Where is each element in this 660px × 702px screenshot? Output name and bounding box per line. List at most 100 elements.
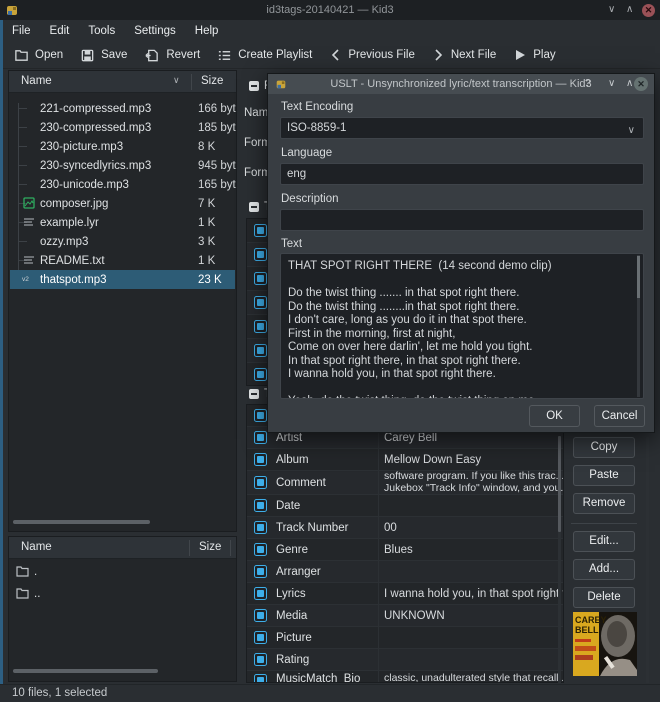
ok-button[interactable]: OK <box>529 405 580 427</box>
revert-button[interactable]: Revert <box>144 48 200 63</box>
tag2-row[interactable]: Arranger <box>247 561 563 583</box>
tag2-field-checkbox[interactable] <box>253 499 267 512</box>
tag2-field-checkbox[interactable] <box>253 609 267 622</box>
tag1-field-checkbox[interactable] <box>253 248 267 261</box>
right-panel-vscrollbar[interactable] <box>646 437 649 683</box>
tag2-field-checkbox[interactable] <box>253 653 267 666</box>
copy-button[interactable]: Copy <box>573 437 635 458</box>
chevron-right-icon <box>435 49 442 61</box>
cancel-button[interactable]: Cancel <box>594 405 645 427</box>
tag2-row[interactable]: Track Number 00 <box>247 517 563 539</box>
menu-file[interactable]: File <box>12 25 31 37</box>
folder-icon <box>15 49 28 61</box>
file-list-hscrollbar[interactable] <box>13 520 150 524</box>
tag2-field-checkbox[interactable] <box>253 476 267 489</box>
create-playlist-button[interactable]: Create Playlist <box>217 48 312 63</box>
tag2-field-checkbox[interactable] <box>253 409 267 422</box>
folder-icon <box>16 588 29 599</box>
dialog-titlebar[interactable]: USLT - Unsynchronized lyric/text transcr… <box>268 74 654 94</box>
textarea-vscrollbar-handle[interactable] <box>637 256 640 298</box>
lyrics-textarea[interactable]: THAT SPOT RIGHT THERE (14 second demo cl… <box>280 253 644 399</box>
close-icon[interactable]: ✕ <box>642 4 655 17</box>
dir-list-header-size[interactable]: Size <box>199 541 221 553</box>
tag1-field-checkbox[interactable] <box>253 224 267 237</box>
collapse-toggle-icon[interactable] <box>249 389 259 399</box>
file-list-header-name[interactable]: Name <box>21 75 52 87</box>
tag2-field-checkbox[interactable] <box>253 565 267 578</box>
tag1-field-checkbox[interactable] <box>253 344 267 357</box>
description-input[interactable] <box>280 209 644 231</box>
sort-chevron-down-icon[interactable]: ∨ <box>173 75 180 86</box>
remove-button[interactable]: Remove <box>573 493 635 514</box>
play-icon <box>516 50 526 60</box>
dialog-close-icon[interactable]: ✕ <box>634 77 648 91</box>
dir-list-header-name[interactable]: Name <box>21 541 52 553</box>
tag1-field-checkbox[interactable] <box>253 320 267 333</box>
previous-file-button[interactable]: Previous File <box>329 48 415 62</box>
tag2-field-checkbox[interactable] <box>253 631 267 644</box>
minimize-icon[interactable]: ∨ <box>608 5 615 15</box>
file-row[interactable]: 221-compressed.mp3 166 byt <box>10 99 236 118</box>
open-button[interactable]: Open <box>14 48 63 63</box>
tag2-row[interactable]: Date <box>247 495 563 517</box>
tag2-row[interactable]: Comment software program. If you like thi… <box>247 471 563 495</box>
save-button[interactable]: Save <box>80 48 127 63</box>
tag2-row[interactable]: Lyrics I wanna hold you, in that spot rig… <box>247 583 563 605</box>
file-row[interactable]: ozzy.mp3 3 K <box>10 232 235 251</box>
tag2-row[interactable]: MusicMatch_Bio classic, unadulterated sty… <box>247 671 563 682</box>
tag2-field-checkbox[interactable] <box>253 543 267 556</box>
file-row[interactable]: README.txt 1 K <box>10 251 235 270</box>
file-row[interactable]: 230-picture.mp3 8 K <box>10 137 235 156</box>
tag2-field-checkbox[interactable] <box>253 431 267 444</box>
save-icon <box>81 49 94 61</box>
next-file-button[interactable]: Next File <box>432 48 496 62</box>
collapse-toggle-icon[interactable] <box>249 202 259 212</box>
file-row[interactable]: composer.jpg 7 K <box>10 194 235 213</box>
tag2-row[interactable]: Rating <box>247 649 563 671</box>
tag2-row[interactable]: Genre Blues <box>247 539 563 561</box>
collapse-toggle-icon[interactable] <box>249 81 259 91</box>
tag1-field-checkbox[interactable] <box>253 296 267 309</box>
dir-list-hscrollbar[interactable] <box>13 669 158 673</box>
paste-button[interactable]: Paste <box>573 465 635 486</box>
menu-help[interactable]: Help <box>195 25 219 37</box>
chevron-down-icon: ∨ <box>627 125 635 136</box>
play-button[interactable]: Play <box>513 48 556 62</box>
maximize-icon[interactable]: ∧ <box>626 5 633 15</box>
dir-row[interactable]: .. <box>10 583 235 604</box>
tag1-field-checkbox[interactable] <box>253 368 267 381</box>
menu-tools[interactable]: Tools <box>88 25 115 37</box>
tag2-row[interactable]: Picture <box>247 627 563 649</box>
file-row[interactable]: 230-syncedlyrics.mp3 945 byt <box>10 156 236 175</box>
file-row[interactable]: example.lyr 1 K <box>10 213 235 232</box>
menu-settings[interactable]: Settings <box>134 25 176 37</box>
tag2-table: Artist Carey Bell Album Mellow Down Easy C… <box>246 404 564 683</box>
id3v2-tag-indicator: v2 <box>22 276 29 283</box>
kid3-main-window: id3tags-20140421 — Kid3 ∨ ∧ ✕ File Edit … <box>0 0 660 702</box>
titlebar[interactable]: id3tags-20140421 — Kid3 ∨ ∧ ✕ <box>0 0 660 20</box>
file-row[interactable]: 230-unicode.mp3 165 byt <box>10 175 236 194</box>
help-icon[interactable]: ? <box>585 78 591 89</box>
language-input[interactable]: eng <box>280 163 644 185</box>
edit-button[interactable]: Edit... <box>573 531 635 552</box>
tag2-field-checkbox[interactable] <box>253 587 267 600</box>
tag2-row[interactable]: Media UNKNOWN <box>247 605 563 627</box>
menu-edit[interactable]: Edit <box>50 25 70 37</box>
dir-row[interactable]: . <box>10 561 235 582</box>
file-row[interactable]: 230-compressed.mp3 185 byt <box>10 118 236 137</box>
tag2-field-checkbox[interactable] <box>253 521 267 534</box>
tag2-table-vscrollbar-handle[interactable] <box>558 436 561 532</box>
button-separator <box>571 523 637 524</box>
delete-button[interactable]: Delete <box>573 587 635 608</box>
tag1-field-checkbox[interactable] <box>253 272 267 285</box>
tag2-field-checkbox[interactable] <box>253 674 267 682</box>
tag2-row[interactable]: Album Mellow Down Easy <box>247 449 563 471</box>
text-encoding-combobox[interactable]: ISO-8859-1 ∨ <box>280 117 644 139</box>
dialog-maximize-icon[interactable]: ∧ <box>626 78 633 89</box>
statusbar: 10 files, 1 selected <box>0 684 660 702</box>
file-row-selected[interactable]: v2 thatspot.mp3 23 K <box>10 270 235 289</box>
add-button[interactable]: Add... <box>573 559 635 580</box>
dialog-minimize-icon[interactable]: ∨ <box>608 78 615 89</box>
file-list-header-size[interactable]: Size <box>201 75 223 87</box>
tag2-field-checkbox[interactable] <box>253 453 267 466</box>
